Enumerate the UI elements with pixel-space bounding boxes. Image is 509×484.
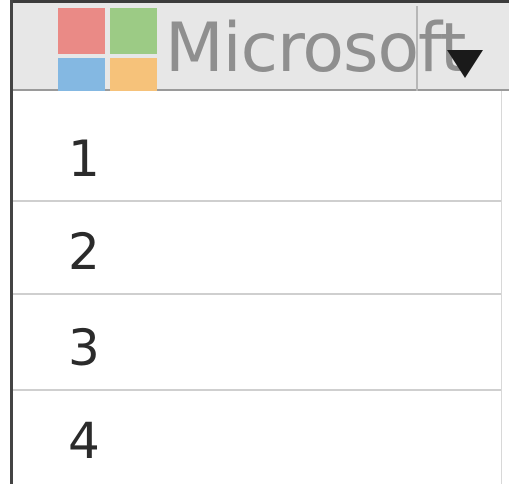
dropdown-header[interactable]: Microsoft [13,3,509,106]
list-item-label: 2 [68,223,100,281]
list-item-label: 4 [68,412,100,470]
list-item-label: 1 [68,130,100,188]
logo-tile-green [110,8,157,54]
divider [13,293,501,295]
chevron-down-icon[interactable] [445,46,485,80]
right-edge [501,91,509,484]
list-item[interactable]: 2 [13,202,509,295]
dropdown-list: 1 2 3 4 [13,91,509,484]
list-item-label: 3 [68,319,100,377]
list-item[interactable]: 1 [13,109,509,202]
list-item[interactable]: 3 [13,298,509,391]
logo-tile-red [58,8,105,54]
list-item[interactable]: 4 [13,391,509,484]
dropdown-list-window: Microsoft 1 2 3 4 [0,0,509,484]
